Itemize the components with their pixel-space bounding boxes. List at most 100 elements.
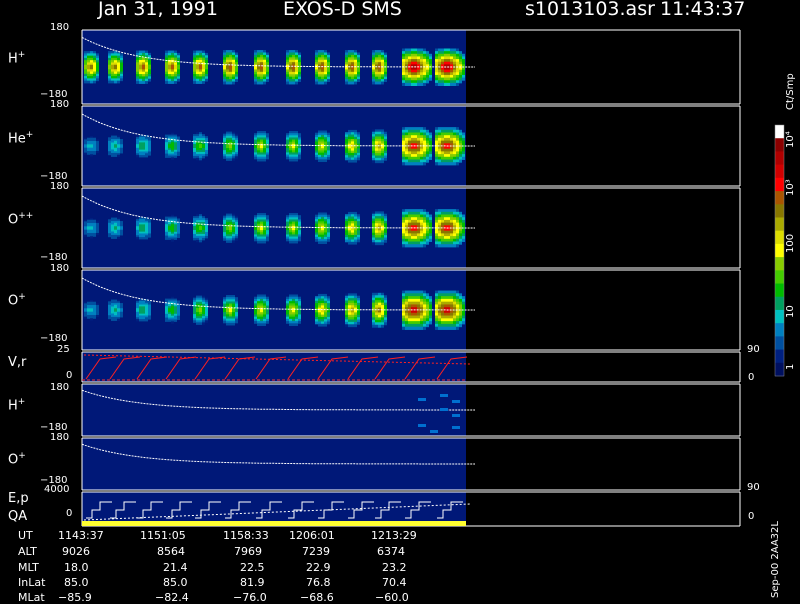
pulse-2-11 <box>402 244 405 248</box>
pulse-2-5 <box>226 240 229 243</box>
pulse-2-9 <box>348 241 351 245</box>
pulse-2-1 <box>111 236 114 239</box>
pulse-0-0 <box>84 80 87 84</box>
eph-c3-r4: −68.6 <box>300 591 334 604</box>
pulse-3-8 <box>321 323 324 327</box>
eph-c3-r3: 76.8 <box>306 576 331 589</box>
panel-bg-7 <box>82 492 466 526</box>
pulse-3-10 <box>384 322 387 326</box>
eph-c3-r0: 1206:01 <box>289 529 335 542</box>
pulse-3-10 <box>381 324 384 328</box>
eph-label-ut: UT <box>18 529 33 542</box>
pulse-1-2 <box>139 155 142 158</box>
eph-c1-r0: 1151:05 <box>140 529 186 542</box>
spectrogram-svg <box>81 29 785 527</box>
pulse-0-10 <box>381 81 384 85</box>
pulse-3-12 <box>438 326 441 330</box>
pulse-1-1 <box>120 151 123 154</box>
pulse-1-11 <box>411 162 414 166</box>
pulse-2-4 <box>202 237 205 241</box>
pulse-0-4 <box>193 81 196 84</box>
pulse-0-2 <box>142 81 145 84</box>
pulse-0-11 <box>420 82 423 86</box>
pulse-2-0 <box>96 232 99 236</box>
hplus2-block-0 <box>418 398 426 401</box>
pulse-3-4 <box>199 322 202 325</box>
eph-c1-r4: −82.4 <box>155 591 189 604</box>
colorbar-swatch-7 <box>775 217 784 232</box>
colorbar-tick-10: 10 <box>785 305 796 318</box>
pulse-2-1 <box>117 236 120 239</box>
pulse-0-12 <box>450 82 453 86</box>
pulse-2-3 <box>171 239 174 242</box>
hplus2-block-1 <box>440 394 448 397</box>
pulse-2-1 <box>108 234 111 238</box>
pulse-1-4 <box>202 155 205 159</box>
pulse-3-3 <box>177 317 180 320</box>
tick-vr-rbot: 0 <box>748 372 755 383</box>
pulse-2-11 <box>423 244 426 248</box>
pulse-3-8 <box>315 321 318 325</box>
pulse-2-10 <box>381 242 384 246</box>
pulse-0-10 <box>375 81 378 85</box>
pulse-3-6 <box>263 323 266 327</box>
pulse-1-9 <box>354 159 357 163</box>
pulse-0-4 <box>202 81 205 84</box>
pulse-2-11 <box>414 244 417 248</box>
pulse-1-4 <box>196 157 199 161</box>
pulse-2-9 <box>354 241 357 245</box>
colorbar-swatch-11 <box>775 270 784 285</box>
pulse-2-2 <box>139 237 142 240</box>
pulse-3-11 <box>402 326 405 330</box>
pulse-0-6 <box>266 79 269 83</box>
eph-c2-r4: −76.0 <box>233 591 267 604</box>
pulse-3-2 <box>145 319 148 322</box>
pulse-1-11 <box>408 162 411 166</box>
pulse-0-12 <box>456 82 459 86</box>
pulse-2-0 <box>84 234 87 237</box>
pulse-1-7 <box>289 158 292 162</box>
pulse-2-12 <box>441 244 444 248</box>
label-oplus: O+ <box>8 292 26 309</box>
colorbar-swatch-4 <box>775 177 784 192</box>
pulse-3-0 <box>96 314 99 318</box>
pulse-1-11 <box>429 156 432 160</box>
pulse-2-3 <box>174 237 177 240</box>
pulse-0-8 <box>321 81 324 85</box>
eph-c2-r0: 1158:33 <box>223 529 269 542</box>
pulse-3-7 <box>292 323 295 327</box>
pulse-1-2 <box>148 153 151 156</box>
pulse-0-1 <box>111 80 114 84</box>
pulse-2-9 <box>357 239 360 243</box>
pulse-0-11 <box>411 82 414 86</box>
pulse-1-10 <box>372 160 375 164</box>
pulse-2-1 <box>114 236 117 239</box>
pulse-1-10 <box>384 157 387 161</box>
pulse-1-6 <box>257 158 260 162</box>
pulse-2-12 <box>456 244 459 248</box>
pulse-2-6 <box>266 238 269 242</box>
pulse-1-9 <box>357 157 360 161</box>
pulse-3-1 <box>114 318 117 321</box>
pulse-3-11 <box>411 326 414 330</box>
pulse-1-9 <box>348 159 351 163</box>
pulse-1-1 <box>108 152 111 156</box>
eph-label-inlat: InLat <box>18 576 46 589</box>
pulse-0-6 <box>263 81 266 85</box>
pulse-1-11 <box>405 162 408 166</box>
pulse-3-0 <box>93 316 96 319</box>
colorbar-swatch-3 <box>775 164 784 179</box>
pulse-0-12 <box>459 80 462 84</box>
pulse-0-11 <box>405 82 408 86</box>
pulse-3-6 <box>254 321 257 324</box>
pulse-2-1 <box>120 233 123 236</box>
pulse-3-2 <box>136 319 139 322</box>
colorbar-swatch-0 <box>775 125 784 139</box>
pulse-3-2 <box>139 319 142 322</box>
eph-c2-r2: 22.5 <box>240 561 265 574</box>
eph-c0-r1: 9026 <box>62 545 90 558</box>
qa-bar <box>82 521 466 526</box>
pulse-0-2 <box>148 78 151 82</box>
pulse-3-12 <box>462 321 465 325</box>
pulse-3-8 <box>318 323 321 327</box>
